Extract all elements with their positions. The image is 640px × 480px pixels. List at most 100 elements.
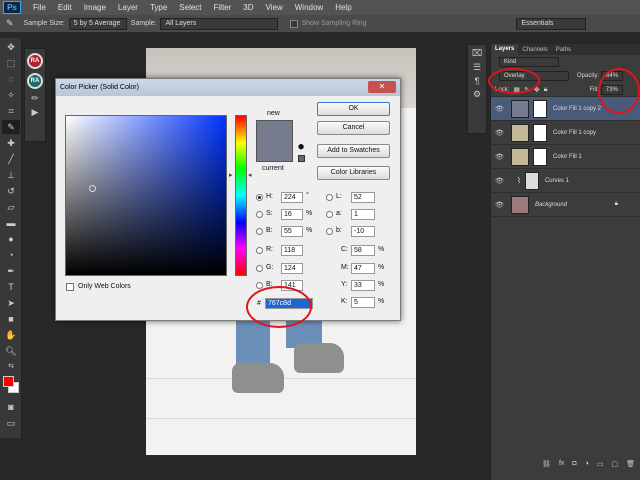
gradient-tool-icon[interactable]: ▬: [2, 216, 20, 230]
visibility-eye-icon[interactable]: 👁︎: [495, 153, 507, 161]
menu-help[interactable]: Help: [329, 3, 357, 12]
s-field[interactable]: 16: [281, 209, 303, 220]
dodge-tool-icon[interactable]: ◔: [2, 248, 20, 262]
tab-channels[interactable]: Channels: [518, 47, 551, 53]
shape-tool-icon[interactable]: ■: [2, 312, 20, 326]
hue-slider-handle-left[interactable]: ▸: [229, 171, 233, 179]
add-mask-icon[interactable]: ◘: [572, 460, 576, 474]
k-field[interactable]: 5: [351, 297, 375, 308]
play-icon[interactable]: ▶: [25, 107, 45, 118]
brush-preset-icon[interactable]: ✏: [25, 93, 45, 104]
brush-tool-icon[interactable]: ╱: [2, 152, 20, 166]
menu-window[interactable]: Window: [289, 3, 329, 12]
menu-type[interactable]: Type: [144, 3, 173, 12]
l-field[interactable]: 52: [351, 192, 375, 203]
hue-slider[interactable]: [235, 115, 247, 276]
layer-mask-thumbnail[interactable]: [524, 171, 539, 190]
a-radio[interactable]: [326, 211, 333, 218]
web-safe-swatch[interactable]: [298, 155, 305, 162]
swap-colors-icon[interactable]: ⇆: [2, 360, 20, 374]
crop-tool-icon[interactable]: ⌗: [2, 104, 20, 118]
visibility-eye-icon[interactable]: 👁︎: [495, 177, 507, 185]
move-tool-icon[interactable]: ✥: [2, 40, 20, 54]
sample-size-dropdown[interactable]: 5 by 5 Average: [68, 17, 127, 30]
only-web-colors-checkbox[interactable]: [66, 283, 74, 291]
layer-mask-thumbnail[interactable]: [533, 123, 547, 142]
pen-tool-icon[interactable]: ✒: [2, 264, 20, 278]
ra-action-button-1[interactable]: RA: [27, 53, 43, 69]
visibility-eye-icon[interactable]: 👁︎: [495, 105, 507, 113]
delete-layer-icon[interactable]: 🗑︎: [626, 460, 635, 474]
y-field[interactable]: 33: [351, 280, 375, 291]
properties-panel-icon[interactable]: ⚙: [468, 89, 486, 100]
workspace-dropdown[interactable]: Essentials: [516, 17, 587, 30]
adjustments-panel-icon[interactable]: ☰: [468, 62, 486, 73]
menu-filter[interactable]: Filter: [208, 3, 238, 12]
add-to-swatches-button[interactable]: Add to Swatches: [317, 144, 390, 158]
g-radio[interactable]: [256, 265, 263, 272]
lasso-tool-icon[interactable]: ◌: [2, 72, 20, 86]
r-field[interactable]: 118: [281, 245, 303, 256]
quick-select-tool-icon[interactable]: ✧: [2, 88, 20, 102]
history-panel-icon[interactable]: ⌧: [468, 48, 486, 59]
lab-b-radio[interactable]: [326, 228, 333, 235]
new-layer-icon[interactable]: ▢: [611, 460, 618, 474]
eraser-tool-icon[interactable]: ▱: [2, 200, 20, 214]
history-brush-icon[interactable]: ↺: [2, 184, 20, 198]
layer-mask-thumbnail[interactable]: [533, 147, 547, 166]
ok-button[interactable]: OK: [317, 102, 390, 116]
layer-row[interactable]: 👁︎ Color Fill 1: [491, 145, 640, 169]
kind-filter-dropdown[interactable]: Kind: [499, 57, 559, 67]
hue-slider-handle-right[interactable]: ◂: [248, 171, 252, 179]
gamut-warning-icon[interactable]: ⬢: [298, 143, 304, 151]
c-field[interactable]: 58: [351, 245, 375, 256]
eyedropper-icon[interactable]: ✎: [6, 18, 14, 29]
close-button[interactable]: ✕: [368, 81, 396, 93]
h-radio[interactable]: [256, 194, 263, 201]
visibility-eye-icon[interactable]: 👁︎: [495, 201, 507, 209]
eyedropper-tool-icon[interactable]: ✎: [2, 120, 20, 134]
h-field[interactable]: 224: [281, 192, 303, 203]
menu-3d[interactable]: 3D: [237, 3, 259, 12]
layer-style-icon[interactable]: fx: [559, 460, 564, 474]
b-field[interactable]: 55: [281, 226, 303, 237]
link-layers-icon[interactable]: ⛓: [542, 460, 551, 474]
layer-row[interactable]: 👁︎ Background 🔒︎: [491, 193, 640, 217]
hand-tool-icon[interactable]: ✋: [2, 328, 20, 342]
path-select-icon[interactable]: ➤: [2, 296, 20, 310]
menu-view[interactable]: View: [260, 3, 289, 12]
quick-mask-icon[interactable]: ◙: [2, 400, 20, 414]
s-radio[interactable]: [256, 211, 263, 218]
color-field-picker-circle[interactable]: [89, 185, 96, 192]
lab-b-field[interactable]: -10: [351, 226, 375, 237]
tab-paths[interactable]: Paths: [552, 47, 575, 53]
zoom-tool-icon[interactable]: 🔍︎: [2, 344, 20, 358]
layer-mask-thumbnail[interactable]: [533, 99, 547, 118]
new-adjustment-icon[interactable]: ◑: [585, 460, 589, 474]
menu-image[interactable]: Image: [78, 3, 112, 12]
menu-layer[interactable]: Layer: [112, 3, 144, 12]
menu-select[interactable]: Select: [173, 3, 207, 12]
marquee-tool-icon[interactable]: ⬚: [2, 56, 20, 70]
blur-tool-icon[interactable]: ●: [2, 232, 20, 246]
type-tool-icon[interactable]: T: [2, 280, 20, 294]
color-field[interactable]: [65, 115, 227, 276]
clone-stamp-icon[interactable]: ⊥: [2, 168, 20, 182]
menu-file[interactable]: File: [27, 3, 52, 12]
sample-dropdown[interactable]: All Layers: [160, 17, 279, 30]
screen-mode-icon[interactable]: ▭: [2, 416, 20, 430]
visibility-eye-icon[interactable]: 👁︎: [495, 129, 507, 137]
a-field[interactable]: 1: [351, 209, 375, 220]
menu-edit[interactable]: Edit: [52, 3, 78, 12]
foreground-color-swatch[interactable]: [3, 376, 14, 387]
b-radio[interactable]: [256, 228, 263, 235]
healing-brush-icon[interactable]: ✚: [2, 136, 20, 150]
cancel-button[interactable]: Cancel: [317, 121, 390, 135]
show-ring-checkbox[interactable]: [290, 19, 299, 28]
g-field[interactable]: 124: [281, 263, 303, 274]
paragraph-panel-icon[interactable]: ¶: [468, 76, 486, 86]
r-radio[interactable]: [256, 247, 263, 254]
lock-all-icon[interactable]: 🔒︎: [544, 86, 548, 94]
m-field[interactable]: 47: [351, 263, 375, 274]
l-radio[interactable]: [326, 194, 333, 201]
